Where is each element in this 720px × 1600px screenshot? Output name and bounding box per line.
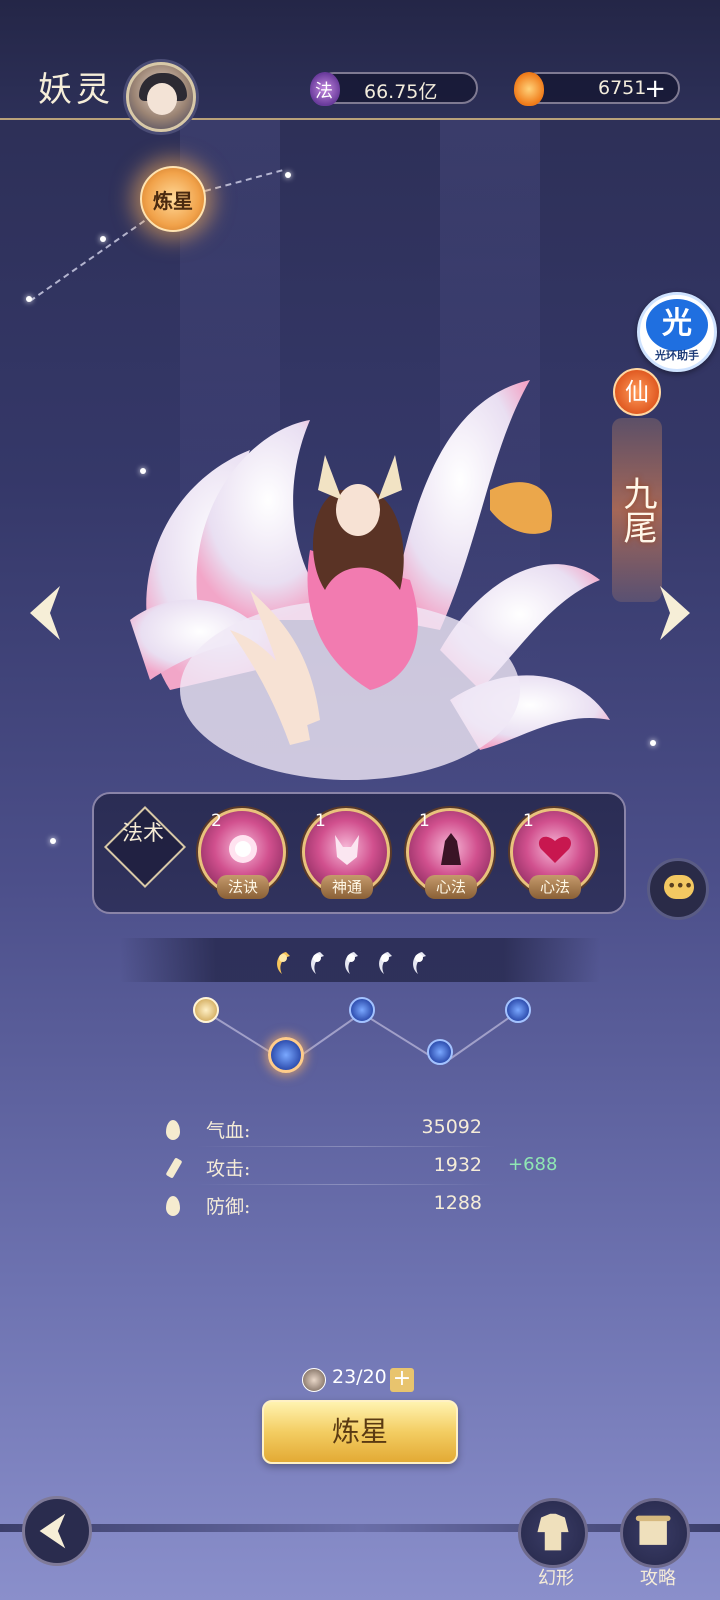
tree-node[interactable] xyxy=(505,997,531,1023)
currency-fa-value: 66.75亿 xyxy=(364,81,438,103)
chat-dots: ••• xyxy=(667,876,693,895)
skill-tag: 心法 xyxy=(425,875,477,899)
skills-panel: 法术 2 法诀 1 神通 1 心法 1 心法 xyxy=(92,792,626,914)
tree-node-current[interactable] xyxy=(268,1037,304,1073)
divider xyxy=(196,1184,496,1185)
stat-defense: 防御: 1288 xyxy=(166,1192,566,1222)
page-title: 妖灵 xyxy=(38,70,114,110)
skill-level: 2 xyxy=(211,811,222,831)
shadow-skill-icon xyxy=(441,833,461,865)
skill-level: 1 xyxy=(523,811,534,831)
top-bar: 妖灵 法 66.75亿 6751 + xyxy=(0,0,720,132)
rank-badge: 仙 xyxy=(613,368,661,416)
skill-level: 1 xyxy=(419,811,430,831)
back-button[interactable] xyxy=(22,1496,92,1566)
stat-attack: 攻击: 1932 +688 xyxy=(165,1154,566,1185)
stat-bonus: +688 xyxy=(508,1154,558,1175)
stat-label: 攻击: xyxy=(206,1158,251,1180)
moon-star-empty-icon xyxy=(306,950,328,976)
character-name: 九尾 xyxy=(617,476,657,544)
skill-tag: 心法 xyxy=(529,875,581,899)
robe-icon xyxy=(537,1513,569,1551)
stat-value: 35092 xyxy=(421,1116,482,1138)
tree-node-gold[interactable] xyxy=(193,997,219,1023)
moon-star-filled-icon xyxy=(272,950,294,976)
prev-character-arrow[interactable] xyxy=(22,580,68,646)
heart-skill-icon xyxy=(538,836,572,863)
tree-node[interactable] xyxy=(349,997,375,1023)
sword-icon xyxy=(165,1157,183,1179)
stat-label: 防御: xyxy=(206,1196,251,1218)
fox-skill-icon xyxy=(335,835,359,865)
skills-title-frame xyxy=(103,805,187,889)
skill-slot-2[interactable]: 1 神通 xyxy=(302,808,390,899)
currency-fa[interactable]: 法 66.75亿 xyxy=(310,72,478,106)
skill-slot-3[interactable]: 1 心法 xyxy=(406,808,494,899)
refine-cost-value: 23/20 xyxy=(332,1366,387,1388)
skin-button[interactable] xyxy=(518,1498,588,1568)
skill-level: 1 xyxy=(315,811,326,831)
refine-star-button[interactable]: 炼星 xyxy=(262,1400,458,1464)
guide-label: 攻略 xyxy=(640,1568,676,1589)
star-dot xyxy=(26,296,32,302)
helper-icon: 光 xyxy=(646,299,708,351)
skill-tag: 法诀 xyxy=(217,875,269,899)
stat-label: 气血: xyxy=(206,1120,251,1142)
currency-flame[interactable]: 6751 + xyxy=(514,72,680,106)
star-dot xyxy=(285,172,291,178)
helper-button[interactable]: 光 光环助手 xyxy=(637,292,717,372)
player-avatar[interactable] xyxy=(126,62,196,132)
guide-button[interactable] xyxy=(620,1498,690,1568)
star-dot xyxy=(50,838,56,844)
star-dot xyxy=(650,740,656,746)
orb-skill-icon xyxy=(229,835,257,863)
moon-star-empty-icon xyxy=(374,950,396,976)
skill-slot-1[interactable]: 2 法诀 xyxy=(198,808,286,899)
add-material-button[interactable]: + xyxy=(390,1368,414,1392)
add-currency-button[interactable]: + xyxy=(644,74,666,104)
shield-icon xyxy=(166,1196,180,1216)
bottom-bar xyxy=(0,1524,720,1532)
back-arrow-icon xyxy=(39,1513,66,1549)
skill-tag: 神通 xyxy=(321,875,373,899)
scroll-icon xyxy=(635,1515,671,1545)
tree-node[interactable] xyxy=(427,1039,453,1065)
stat-hp: 气血: 35092 xyxy=(166,1116,566,1147)
next-character-arrow[interactable] xyxy=(652,580,698,646)
fa-currency-icon: 法 xyxy=(310,72,340,106)
skill-slot-4[interactable]: 1 心法 xyxy=(510,808,598,899)
tree-link xyxy=(295,1015,358,1060)
character-illustration xyxy=(110,360,610,790)
stat-value: 1932 xyxy=(433,1154,482,1176)
refine-star-badge[interactable]: 炼星 xyxy=(140,166,206,232)
stat-value: 1288 xyxy=(433,1192,482,1214)
chat-button[interactable]: ••• xyxy=(647,858,709,920)
helper-label: 光环助手 xyxy=(655,349,699,362)
skin-label: 幻形 xyxy=(538,1568,574,1589)
drop-icon xyxy=(166,1120,180,1140)
moon-star-empty-icon xyxy=(340,950,362,976)
star-dot xyxy=(100,236,106,242)
tree-link xyxy=(449,1015,512,1060)
constellation-line xyxy=(29,214,154,302)
currency-flame-value: 6751 xyxy=(598,77,647,99)
avatar-face xyxy=(147,83,177,115)
moon-star-empty-icon xyxy=(408,950,430,976)
flame-currency-icon xyxy=(514,72,544,106)
material-avatar-icon xyxy=(302,1368,326,1392)
skills-title: 法术 xyxy=(122,821,164,845)
divider xyxy=(196,1146,496,1147)
